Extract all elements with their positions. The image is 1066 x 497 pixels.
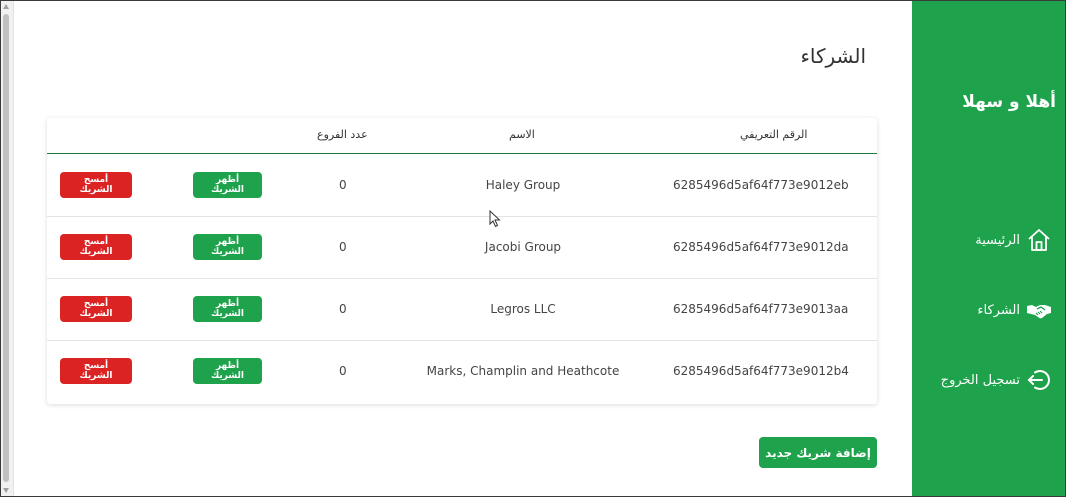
delete-partner-button[interactable]: أمسح الشريك [60, 296, 132, 322]
page-title: الشركاء [800, 44, 866, 68]
sidebar: أهلا و سهلا الرئيسية الشركاء تسجيل الخرو… [912, 0, 1066, 497]
partners-table: الرقم التعريفي الاسم عدد الفروع 6285496d… [47, 118, 877, 404]
partner-id: 6285496d5af64f773e9012da [673, 240, 849, 254]
branch-count: 0 [339, 240, 347, 254]
table-row: 6285496d5af64f773e9012da Jacobi Group 0 … [47, 216, 877, 279]
delete-partner-button[interactable]: أمسح الشريك [60, 234, 132, 260]
show-partner-button[interactable]: أظهر الشريك [193, 358, 262, 384]
sidebar-item-partners[interactable]: الشركاء [977, 297, 1052, 323]
logout-icon [1027, 370, 1050, 390]
sidebar-item-label: الرئيسية [975, 232, 1020, 248]
partner-id: 6285496d5af64f773e9012eb [673, 178, 849, 192]
handshake-icon [1027, 305, 1051, 319]
table-row: 6285496d5af64f773e9012eb Haley Group 0 أ… [47, 154, 877, 217]
scroll-up-arrow-icon[interactable] [3, 4, 9, 9]
sidebar-item-home[interactable]: الرئيسية [975, 227, 1052, 253]
table-row: 6285496d5af64f773e9012b4 Marks, Champlin… [47, 340, 877, 402]
sidebar-item-logout[interactable]: تسجيل الخروج [941, 367, 1052, 393]
table-row: 6285496d5af64f773e9013aa Legros LLC 0 أظ… [47, 278, 877, 341]
branch-count: 0 [339, 178, 347, 192]
partner-id: 6285496d5af64f773e9012b4 [673, 364, 849, 378]
page-scrollbar[interactable] [0, 0, 14, 497]
table-header: الرقم التعريفي الاسم عدد الفروع [47, 118, 877, 154]
scroll-down-arrow-icon[interactable] [3, 488, 9, 493]
partner-name: Haley Group [485, 178, 561, 192]
sidebar-item-label: تسجيل الخروج [940, 372, 1020, 388]
show-partner-button[interactable]: أظهر الشريك [193, 234, 262, 260]
show-partner-button[interactable]: أظهر الشريك [193, 172, 262, 198]
branch-count: 0 [339, 302, 347, 316]
partner-id: 6285496d5af64f773e9013aa [673, 302, 849, 316]
partner-name: Jacobi Group [484, 240, 562, 254]
column-header-id: الرقم التعريفي [740, 128, 808, 141]
column-header-branches: عدد الفروع [317, 128, 368, 141]
mouse-cursor-icon [489, 210, 501, 228]
delete-partner-button[interactable]: أمسح الشريك [60, 358, 132, 384]
partner-name: Marks, Champlin and Heathcote [426, 364, 620, 378]
branch-count: 0 [339, 364, 347, 378]
home-icon [1028, 229, 1050, 251]
add-partner-button[interactable]: إضافة شريك جديد [759, 437, 877, 468]
scrollbar-thumb[interactable] [3, 14, 9, 482]
sidebar-item-label: الشركاء [977, 302, 1020, 318]
partner-name: Legros LLC [490, 302, 556, 316]
welcome-heading: أهلا و سهلا [962, 92, 1056, 112]
show-partner-button[interactable]: أظهر الشريك [193, 296, 262, 322]
column-header-name: الاسم [509, 128, 535, 141]
delete-partner-button[interactable]: أمسح الشريك [60, 172, 132, 198]
